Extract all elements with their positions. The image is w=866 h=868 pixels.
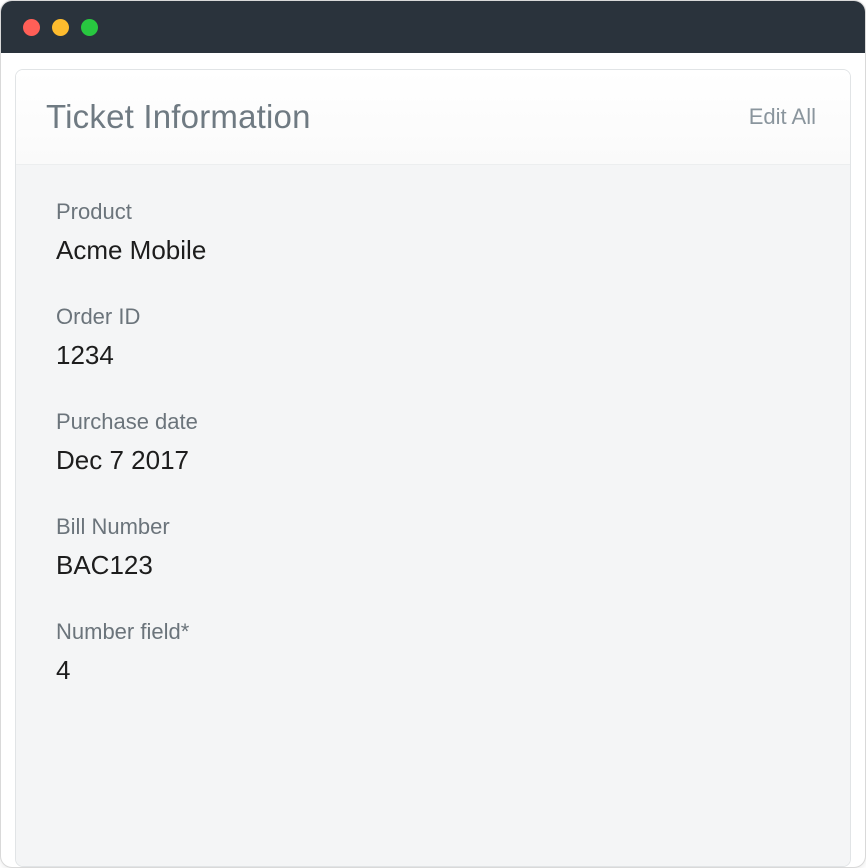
window-minimize-icon[interactable] [52, 19, 69, 36]
field-order-id: Order ID 1234 [56, 304, 810, 371]
panel-title: Ticket Information [46, 98, 311, 136]
field-label: Order ID [56, 304, 810, 330]
window-close-icon[interactable] [23, 19, 40, 36]
content-area: Ticket Information Edit All Product Acme… [1, 53, 865, 867]
field-value: 1234 [56, 340, 810, 371]
field-number-field: Number field* 4 [56, 619, 810, 686]
field-value: Dec 7 2017 [56, 445, 810, 476]
field-label: Number field* [56, 619, 810, 645]
panel-header: Ticket Information Edit All [16, 70, 850, 165]
app-window: Ticket Information Edit All Product Acme… [0, 0, 866, 868]
field-bill-number: Bill Number BAC123 [56, 514, 810, 581]
field-label: Product [56, 199, 810, 225]
field-value: BAC123 [56, 550, 810, 581]
field-label: Bill Number [56, 514, 810, 540]
ticket-info-panel: Ticket Information Edit All Product Acme… [15, 69, 851, 867]
window-titlebar [1, 1, 865, 53]
field-purchase-date: Purchase date Dec 7 2017 [56, 409, 810, 476]
edit-all-button[interactable]: Edit All [749, 104, 816, 130]
field-value: Acme Mobile [56, 235, 810, 266]
field-value: 4 [56, 655, 810, 686]
field-product: Product Acme Mobile [56, 199, 810, 266]
field-label: Purchase date [56, 409, 810, 435]
panel-body: Product Acme Mobile Order ID 1234 Purcha… [16, 165, 850, 866]
window-zoom-icon[interactable] [81, 19, 98, 36]
